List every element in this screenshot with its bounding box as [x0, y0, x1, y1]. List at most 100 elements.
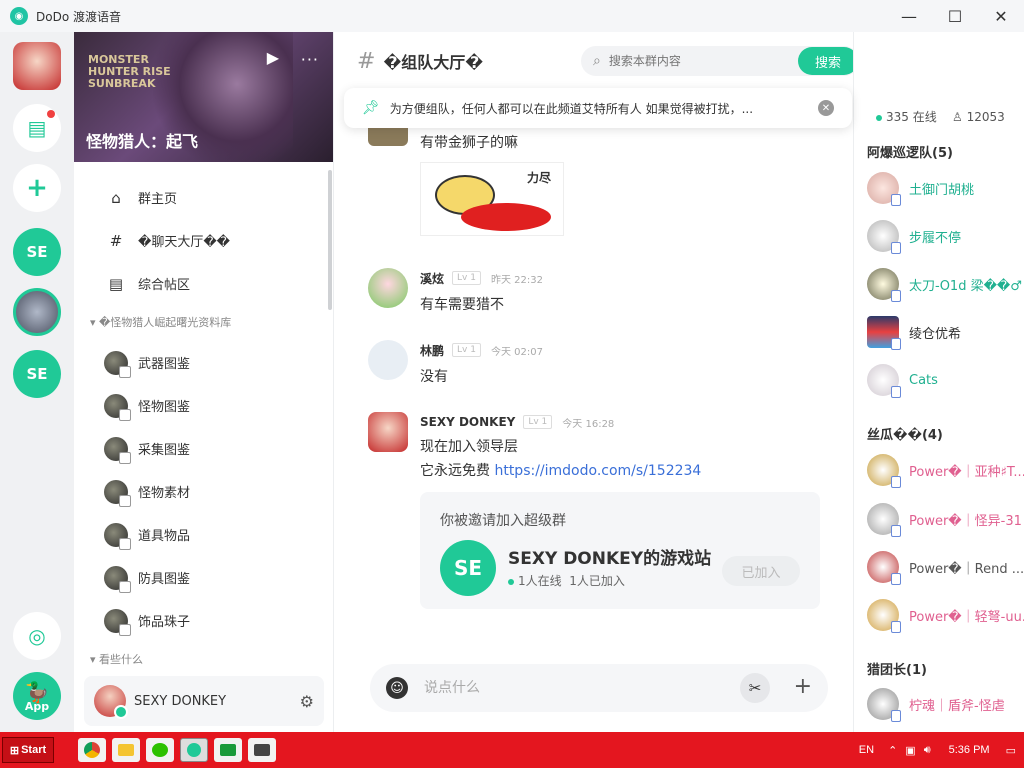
- message-author[interactable]: 溪炫: [420, 270, 444, 287]
- message-avatar[interactable]: [368, 412, 408, 452]
- invite-online: 1人在线: [518, 574, 562, 588]
- member-name: 步履不停: [909, 230, 962, 246]
- message-input[interactable]: [424, 680, 724, 696]
- maximize-button[interactable]: ☐: [932, 0, 978, 32]
- user-panel[interactable]: SEXY DONKEY ⚙: [84, 676, 324, 726]
- discover-icon[interactable]: ◎: [13, 612, 61, 660]
- clock[interactable]: 5:36 PM: [949, 744, 990, 756]
- app-button[interactable]: 🦆 App: [13, 672, 61, 720]
- channel-label: 群主页: [138, 192, 178, 207]
- member-item[interactable]: Power�｜怪异-31: [867, 503, 1022, 537]
- settings-icon[interactable]: ⚙: [300, 692, 314, 711]
- channel-decorations[interactable]: 饰品珠子: [74, 599, 333, 642]
- message-avatar[interactable]: [368, 268, 408, 308]
- channel-monsters[interactable]: 怪物图鉴: [74, 384, 333, 427]
- server-rail: ▤ + SE SE ◎ 🦆 App: [0, 32, 74, 732]
- sidebar-scrollbar[interactable]: [328, 170, 332, 310]
- add-server-icon[interactable]: +: [13, 164, 61, 212]
- scissors-icon[interactable]: ✂: [740, 673, 770, 703]
- guild-banner[interactable]: MONSTER HUNTER RISE SUNBREAK ▶ ··· 怪物猎人：…: [74, 32, 333, 162]
- volume-icon[interactable]: 🔊︎: [924, 744, 931, 757]
- channel-gathering[interactable]: 采集图鉴: [74, 427, 333, 470]
- chat-header: # �组队大厅� ⌕ 搜索: [335, 32, 859, 90]
- channel-armor[interactable]: 防具图鉴: [74, 556, 333, 599]
- monitor-taskbar-icon[interactable]: [248, 738, 276, 762]
- user-avatar[interactable]: [13, 42, 61, 90]
- home-icon: ⌂: [111, 188, 121, 207]
- notification-icon[interactable]: ▭: [1006, 744, 1016, 757]
- plus-icon[interactable]: +: [794, 674, 812, 699]
- channel-thumb: [104, 393, 131, 421]
- chevron-up-icon[interactable]: ⌃: [888, 744, 897, 757]
- member-item[interactable]: 柠魂｜盾斧-怪虐: [867, 688, 1005, 722]
- server-se-2[interactable]: SE: [13, 350, 61, 398]
- user-avatar[interactable]: [94, 685, 128, 719]
- minimize-button[interactable]: —: [886, 0, 932, 32]
- message-avatar[interactable]: [368, 340, 408, 380]
- message-author[interactable]: SEXY DONKEY: [420, 415, 515, 429]
- emoji-icon[interactable]: ☺: [386, 677, 408, 699]
- member-item[interactable]: 土御门胡桃: [867, 172, 975, 206]
- channel-chat-hall[interactable]: # �聊天大厅��: [74, 219, 333, 262]
- member-avatar: [867, 316, 901, 350]
- server-se-1[interactable]: SE: [13, 228, 61, 276]
- language-indicator[interactable]: EN: [859, 744, 874, 756]
- start-button[interactable]: ⊞ Start: [2, 737, 54, 763]
- message-text: 没有: [420, 369, 448, 385]
- member-name: Cats: [909, 372, 938, 388]
- member-item[interactable]: 绫仓优希: [867, 316, 961, 350]
- member-name: Power�｜亚种♯T...: [909, 464, 1024, 480]
- member-avatar: [867, 268, 901, 302]
- channel-thumb: [104, 436, 131, 464]
- close-button[interactable]: ✕: [978, 0, 1024, 32]
- invite-title: 你被邀请加入超级群: [440, 513, 566, 529]
- pinned-notice[interactable]: 📌︎ 为方便组队，任何人都可以在此频道艾特所有人 如果觉得被打扰，... ✕: [344, 88, 852, 128]
- network-icon[interactable]: ▣: [905, 744, 915, 757]
- channel-materials[interactable]: 怪物素材: [74, 470, 333, 513]
- member-name: 土御门胡桃: [909, 182, 975, 198]
- member-item[interactable]: Power�｜Rend ...: [867, 551, 1024, 585]
- sticker-image[interactable]: 力尽: [420, 162, 564, 236]
- member-name: Power�｜怪异-31: [909, 513, 1022, 529]
- channel-thumb: [104, 522, 131, 550]
- invite-link[interactable]: https://imdodo.com/s/152234: [494, 463, 701, 479]
- member-item[interactable]: Cats: [867, 364, 938, 398]
- member-item[interactable]: 太刀-O1d 梁��♂: [867, 268, 1022, 302]
- channel-weapons[interactable]: 武器图鉴: [74, 341, 333, 384]
- message-icon[interactable]: ▤: [13, 104, 61, 152]
- channel-items[interactable]: 道具物品: [74, 513, 333, 556]
- online-dot-icon: [508, 578, 514, 585]
- folder-icon[interactable]: [112, 738, 140, 762]
- level-badge: Lv 1: [452, 271, 481, 285]
- play-icon[interactable]: ▶: [267, 48, 279, 67]
- message-avatar[interactable]: [368, 126, 408, 146]
- message-time: 昨天 22:32: [490, 274, 543, 286]
- category-watch[interactable]: ▾ 看些什么: [74, 648, 333, 672]
- dodo-taskbar-icon[interactable]: [180, 738, 208, 762]
- channel-home[interactable]: ⌂ 群主页: [74, 176, 333, 219]
- post-icon: ▤: [108, 274, 124, 293]
- invite-card[interactable]: 你被邀请加入超级群 SE SEXY DONKEY的游戏站 1人在线 1人已加入 …: [420, 492, 820, 609]
- member-item[interactable]: Power�｜亚种♯T...: [867, 454, 1024, 488]
- taskbar: ⊞ Start EN ⌃ ▣ 🔊︎ 5:36 PM ▭: [0, 732, 1024, 768]
- server-husky[interactable]: [13, 288, 61, 336]
- member-list: 335 在线 ♙ 12053 阿爆巡逻队(5) 土御门胡桃 步履不停 太刀-O1…: [853, 32, 1024, 732]
- message-time: 今天 02:07: [490, 346, 543, 358]
- search-input[interactable]: [608, 54, 759, 68]
- wechat-icon[interactable]: [146, 738, 174, 762]
- search-button[interactable]: 搜索: [798, 47, 858, 75]
- chrome-icon[interactable]: [78, 738, 106, 762]
- level-badge: Lv 1: [452, 343, 481, 357]
- app-taskbar-icon[interactable]: [214, 738, 242, 762]
- more-icon[interactable]: ···: [301, 50, 319, 69]
- member-item[interactable]: Power�｜轻弩-uu...: [867, 599, 1024, 633]
- close-notice-icon[interactable]: ✕: [818, 100, 834, 116]
- message-author[interactable]: 林鹏: [420, 342, 444, 359]
- category-database[interactable]: ▾ �怪物猎人崛起曙光资料库: [74, 311, 333, 335]
- member-item[interactable]: 步履不停: [867, 220, 962, 254]
- sticker-caption: 力尽: [526, 171, 551, 185]
- channel-label: 采集图鉴: [138, 443, 191, 458]
- channel-label: 综合帖区: [138, 278, 191, 293]
- joined-button[interactable]: 已加入: [722, 556, 800, 586]
- channel-posts[interactable]: ▤ 综合帖区: [74, 262, 333, 305]
